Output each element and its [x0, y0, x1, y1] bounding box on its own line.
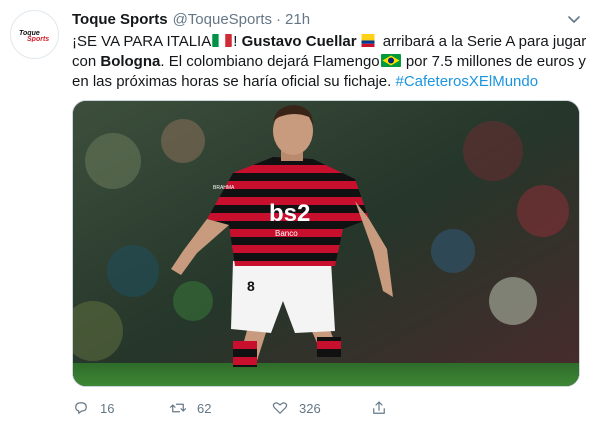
tweet-text-segment: en las próximas horas se haría oficial s… — [72, 73, 396, 90]
tweet-text-segment: ! — [233, 33, 242, 50]
avatar[interactable]: Toque Sports — [10, 10, 59, 59]
share-button[interactable] — [370, 397, 388, 419]
separator: · — [276, 10, 282, 28]
tweet-text-team: Bologna — [100, 53, 161, 70]
flag-brazil-icon — [380, 54, 401, 67]
toque-sports-logo: Toque Sports — [19, 30, 49, 42]
tweet-text-player: Gustavo Cuellar — [241, 33, 357, 50]
tweet-line-1: ¡SE VA PARA ITALIA! Gustavo Cuellar arri… — [72, 32, 587, 52]
tweet-photo[interactable]: 8 bs2 Banco BRAHMA — [72, 100, 580, 387]
svg-text:Sports: Sports — [27, 36, 49, 42]
tweet-text-segment: por 7.5 millones de euros y — [401, 53, 586, 70]
retweet-icon — [169, 403, 187, 413]
retweet-count: 62 — [197, 400, 212, 416]
share-icon — [373, 401, 385, 414]
svg-text:Banco: Banco — [275, 229, 298, 238]
like-count: 326 — [299, 400, 321, 416]
author-name[interactable]: Toque Sports — [72, 11, 168, 28]
heart-icon — [272, 402, 288, 414]
tweet-text-segment: ¡SE VA PARA ITALIA — [72, 33, 212, 50]
tweet-line-3: en las próximas horas se haría oficial s… — [72, 72, 587, 92]
chevron-down-icon[interactable] — [566, 11, 582, 27]
tweet-text-segment: con — [72, 53, 101, 70]
reply-button[interactable]: 16 — [72, 397, 114, 419]
tweet-text-segment: . El colombiano dejará Flamengo — [160, 53, 380, 70]
svg-text:8: 8 — [247, 278, 255, 294]
tweet[interactable]: Toque Sports Toque Sports @ToqueSports ·… — [0, 0, 594, 427]
like-button[interactable]: 326 — [271, 397, 321, 419]
flag-italy-icon — [212, 34, 232, 47]
tweet-text: ¡SE VA PARA ITALIA! Gustavo Cuellar arri… — [72, 32, 587, 92]
tweet-header: Toque Sports @ToqueSports · 21h — [72, 9, 310, 29]
reply-count: 16 — [100, 400, 115, 416]
tweet-line-2: con Bologna. El colombiano dejará Flamen… — [72, 52, 587, 72]
svg-text:bs2: bs2 — [269, 200, 310, 227]
svg-text:BRAHMA: BRAHMA — [213, 185, 235, 191]
footballer-photo: 8 bs2 Banco BRAHMA — [73, 101, 579, 386]
tweet-actions: 16 62 326 — [72, 397, 572, 419]
author-handle[interactable]: @ToqueSports — [173, 11, 272, 28]
retweet-button[interactable]: 62 — [169, 397, 211, 419]
hashtag-link[interactable]: #CafeterosXElMundo — [396, 73, 539, 90]
tweet-time[interactable]: 21h — [285, 11, 310, 28]
flag-colombia-icon — [358, 34, 378, 47]
tweet-text-segment: arribará a la Serie A para jugar — [378, 33, 587, 50]
reply-icon — [75, 402, 87, 414]
